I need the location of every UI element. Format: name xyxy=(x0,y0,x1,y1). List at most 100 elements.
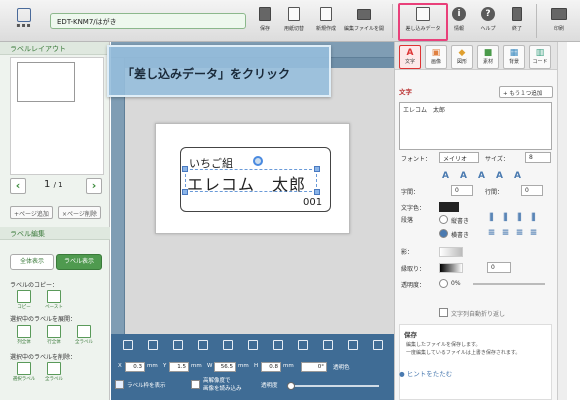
transparency-knob[interactable] xyxy=(439,279,448,288)
background-tab-icon: ▦ xyxy=(509,48,519,58)
show-frame-checkbox[interactable] xyxy=(115,380,124,389)
open-edit-file-button[interactable]: 編集ファイルを開 xyxy=(344,6,384,38)
paper-switch-button[interactable]: 用紙切替 xyxy=(282,6,306,38)
column-icon xyxy=(17,325,31,338)
help-icon: ? xyxy=(480,6,496,22)
x-input[interactable]: 0.3 xyxy=(125,362,145,372)
group-icon[interactable] xyxy=(323,340,333,350)
tab-text[interactable]: A 文字 xyxy=(399,45,421,69)
lock-icon[interactable] xyxy=(348,340,358,350)
paste-button[interactable]: ペースト xyxy=(42,290,66,312)
shadow-swatch[interactable] xyxy=(439,247,463,257)
underline-icon[interactable]: A xyxy=(511,170,524,183)
delete-page-button[interactable]: ×ページ削除 xyxy=(58,206,101,219)
angle-input[interactable]: 0° xyxy=(301,362,327,372)
transparency-slider[interactable] xyxy=(473,283,545,285)
transparency-slider[interactable] xyxy=(287,382,379,390)
show-all-button[interactable]: 全体表示 xyxy=(10,254,54,270)
resize-handle[interactable] xyxy=(314,189,320,195)
y-input[interactable]: 1.5 xyxy=(169,362,189,372)
width-input[interactable]: 56.5 xyxy=(214,362,236,372)
outline-width-input[interactable]: 0 xyxy=(487,262,511,273)
next-page-button[interactable]: › xyxy=(86,178,102,194)
layer-icon[interactable] xyxy=(373,340,383,350)
new-document-icon xyxy=(318,6,334,22)
exit-button[interactable]: 終了 xyxy=(508,6,526,38)
label-edit-title: ラベル編集 xyxy=(0,227,110,240)
delete-selected-button[interactable]: 選択ラベル xyxy=(12,362,36,384)
page-current: 1 xyxy=(44,179,51,190)
align-icon[interactable] xyxy=(248,340,258,350)
align-middle-icon[interactable]: ⫼ xyxy=(499,212,512,225)
bring-front-icon[interactable] xyxy=(223,340,233,350)
font-size-large-icon[interactable]: A xyxy=(457,170,470,183)
material-tab-icon: ■ xyxy=(483,48,493,58)
label-preview[interactable]: いちご組 エレコム 太郎 001 xyxy=(155,123,350,234)
label-thumbnail[interactable] xyxy=(17,62,75,102)
justify-icon[interactable]: ≡ xyxy=(527,227,540,240)
add-another-button[interactable]: + もう１つ追加 xyxy=(499,86,553,98)
horizontal-radio[interactable] xyxy=(439,229,448,238)
align-right-icon[interactable]: ≡ xyxy=(513,227,526,240)
high-res-checkbox[interactable] xyxy=(191,380,200,389)
shape-tab-icon: ◆ xyxy=(458,48,466,58)
delete-all-button[interactable]: 全ラベル xyxy=(42,362,66,384)
copy-icon[interactable] xyxy=(148,340,158,350)
prev-page-button[interactable]: ‹ xyxy=(10,178,26,194)
rotate-handle-icon[interactable] xyxy=(253,156,263,166)
line-spacing-input[interactable]: 0 xyxy=(521,185,543,196)
image-tab-icon: ▣ xyxy=(431,48,441,58)
copy-button[interactable]: コピー xyxy=(12,290,36,312)
add-page-button[interactable]: +ページ追加 xyxy=(10,206,53,219)
font-select[interactable]: メイリオ xyxy=(439,152,479,163)
label-text-name[interactable]: エレコム 太郎 xyxy=(187,171,306,195)
right-panel-scrollbar[interactable] xyxy=(557,42,567,400)
height-input[interactable]: 0.8 xyxy=(261,362,281,372)
tab-shape[interactable]: ◆ 図形 xyxy=(451,45,473,69)
align-center-icon[interactable]: ≡ xyxy=(499,227,512,240)
expand-all-button[interactable]: 全ラベル xyxy=(72,325,96,347)
justify-vertical-icon[interactable]: ⫼ xyxy=(527,212,540,225)
tab-code[interactable]: ▥ コード xyxy=(529,45,551,69)
outline-swatch[interactable] xyxy=(439,263,463,273)
align-top-icon[interactable]: ⫼ xyxy=(485,212,498,225)
app-menu-button[interactable]: ▪▪▪ xyxy=(10,6,38,36)
document-name-field[interactable]: EDT-KNM7/はがき xyxy=(50,13,246,29)
tab-material[interactable]: ■ 素材 xyxy=(477,45,499,69)
tab-image[interactable]: ▣ 画像 xyxy=(425,45,447,69)
font-size-small-icon[interactable]: A xyxy=(439,170,452,183)
wrap-checkbox[interactable] xyxy=(439,308,448,317)
new-button[interactable]: 新規作成 xyxy=(314,6,338,38)
chevron-right-icon: › xyxy=(91,179,97,192)
bold-icon[interactable]: A xyxy=(475,170,488,183)
cut-icon[interactable] xyxy=(123,340,133,350)
copy-label-heading: ラベルのコピー： xyxy=(10,282,59,289)
distribute-icon[interactable] xyxy=(298,340,308,350)
resize-handle[interactable] xyxy=(314,166,320,172)
italic-icon[interactable]: A xyxy=(493,170,506,183)
print-button[interactable]: 印刷 xyxy=(544,6,574,38)
save-button[interactable]: 保存 xyxy=(256,6,274,38)
info-button[interactable]: i 情報 xyxy=(450,6,468,38)
help-button[interactable]: ? ヘルプ xyxy=(478,6,498,38)
text-section-heading: 文字 xyxy=(399,88,412,96)
slider-thumb[interactable] xyxy=(287,382,295,390)
hide-hint-link[interactable]: ● ヒントをたたむ xyxy=(399,368,452,378)
tab-background[interactable]: ▦ 背景 xyxy=(503,45,525,69)
label-text-number[interactable]: 001 xyxy=(303,197,322,208)
show-label-button[interactable]: ラベル表示 xyxy=(56,254,102,270)
align-left-icon[interactable] xyxy=(273,340,283,350)
chevron-left-icon: ‹ xyxy=(15,179,21,192)
delete-icon[interactable] xyxy=(198,340,208,350)
vertical-radio[interactable] xyxy=(439,215,448,224)
text-color-swatch[interactable] xyxy=(439,202,459,212)
size-select[interactable]: 8 xyxy=(525,152,551,163)
paste-icon[interactable] xyxy=(173,340,183,350)
menu-dots-icon: ▪▪▪ xyxy=(16,22,32,29)
expand-row-button[interactable]: 行全体 xyxy=(42,325,66,347)
char-spacing-input[interactable]: 0 xyxy=(451,185,473,196)
text-content-field[interactable]: エレコム 太郎 xyxy=(399,102,552,150)
align-left-icon[interactable]: ≡ xyxy=(485,227,498,240)
align-bottom-icon[interactable]: ⫼ xyxy=(513,212,526,225)
expand-column-button[interactable]: 列全体 xyxy=(12,325,36,347)
